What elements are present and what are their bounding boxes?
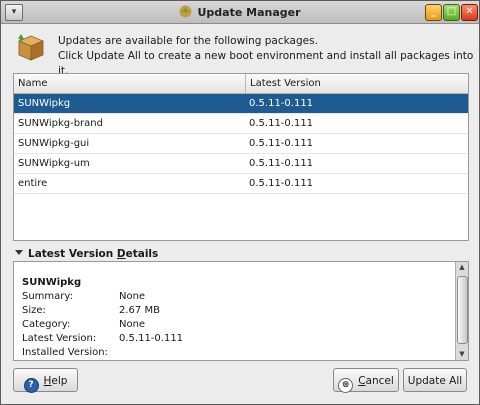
detail-label: Size: [22,305,46,316]
details-panel[interactable]: SUNWipkg Summary: None Size: 2.67 MB Cat… [13,261,469,361]
package-list[interactable]: Name Latest Version SUNWipkg 0.5.11-0.11… [13,73,469,241]
package-name: SUNWipkg [18,98,71,109]
detail-value: 2.67 MB [119,305,160,316]
package-version: 0.5.11-0.111 [249,178,314,189]
update-all-button[interactable]: Update All [403,368,467,392]
package-name: SUNWipkg-um [18,158,90,169]
detail-label: Installed Version: [22,347,108,358]
detail-label: Latest Version: [22,333,97,344]
package-box-icon [17,34,45,61]
table-row[interactable]: SUNWipkg-brand 0.5.11-0.111 [14,114,468,134]
details-header-label: Latest Version Details [28,248,159,260]
details-package-name: SUNWipkg [22,277,82,288]
detail-label: Summary: [22,291,73,302]
scrollbar-thumb[interactable] [457,276,468,344]
package-version: 0.5.11-0.111 [249,118,314,129]
detail-value: None [119,291,146,302]
scroll-up-arrow-icon[interactable]: ▲ [456,262,468,273]
detail-value: 0.5.11-0.111 [119,333,184,344]
window-title: Update Manager [1,5,479,19]
table-row[interactable]: SUNWipkg 0.5.11-0.111 [14,94,468,114]
details-expander[interactable]: Latest Version Details [15,248,158,260]
close-button[interactable]: ✕ [461,4,478,21]
cancel-button[interactable]: ⊗ Cancel [333,368,399,393]
scroll-down-arrow-icon[interactable]: ▼ [456,349,468,360]
title-bar[interactable]: ▾ Update Manager _ □ ✕ [1,1,479,24]
expander-triangle-icon [15,250,23,255]
window-title-text: Update Manager [197,6,301,19]
minimize-button[interactable]: _ [425,4,442,21]
help-button[interactable]: ? Help [13,368,78,393]
table-row[interactable]: entire 0.5.11-0.111 [14,174,468,194]
package-list-header: Name Latest Version [14,74,468,94]
package-name: entire [18,178,48,189]
help-icon: ? [23,378,39,393]
table-row[interactable]: SUNWipkg-um 0.5.11-0.111 [14,154,468,174]
update-manager-app-icon [179,5,192,18]
details-scrollbar[interactable]: ▲ ▼ [455,262,468,360]
package-version: 0.5.11-0.111 [249,158,314,169]
maximize-button[interactable]: □ [443,4,460,21]
package-version: 0.5.11-0.111 [249,138,314,149]
package-name: SUNWipkg-gui [18,138,90,149]
column-header-name[interactable]: Name [14,74,246,93]
package-version: 0.5.11-0.111 [249,98,314,109]
column-header-latest-version[interactable]: Latest Version [246,74,464,93]
table-row[interactable]: SUNWipkg-gui 0.5.11-0.111 [14,134,468,154]
header-line-1: Updates are available for the following … [58,35,318,47]
detail-label: Category: [22,319,71,330]
package-name: SUNWipkg-brand [18,118,103,129]
detail-value: None [119,319,146,330]
update-manager-window: ▾ Update Manager _ □ ✕ Updates are avail… [0,0,480,405]
cancel-icon: ⊗ [338,378,354,393]
